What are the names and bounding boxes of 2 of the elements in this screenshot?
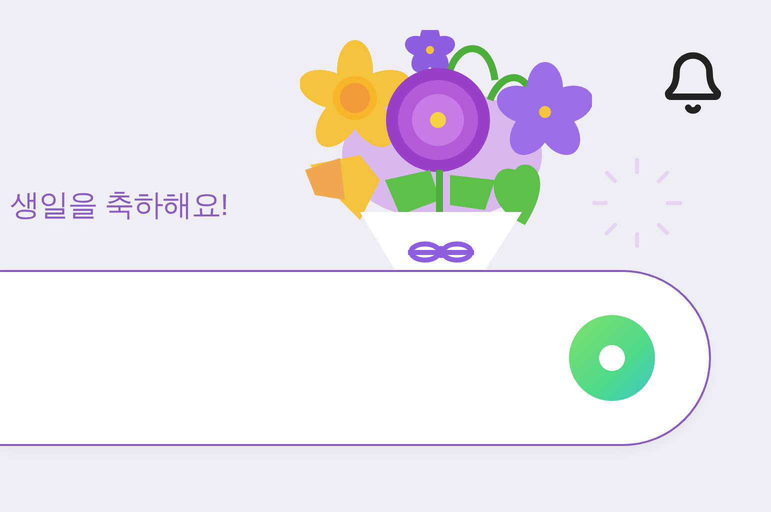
sparkle-icon [592,158,682,248]
greeting-text: 생일을 축하해요! [10,189,228,222]
